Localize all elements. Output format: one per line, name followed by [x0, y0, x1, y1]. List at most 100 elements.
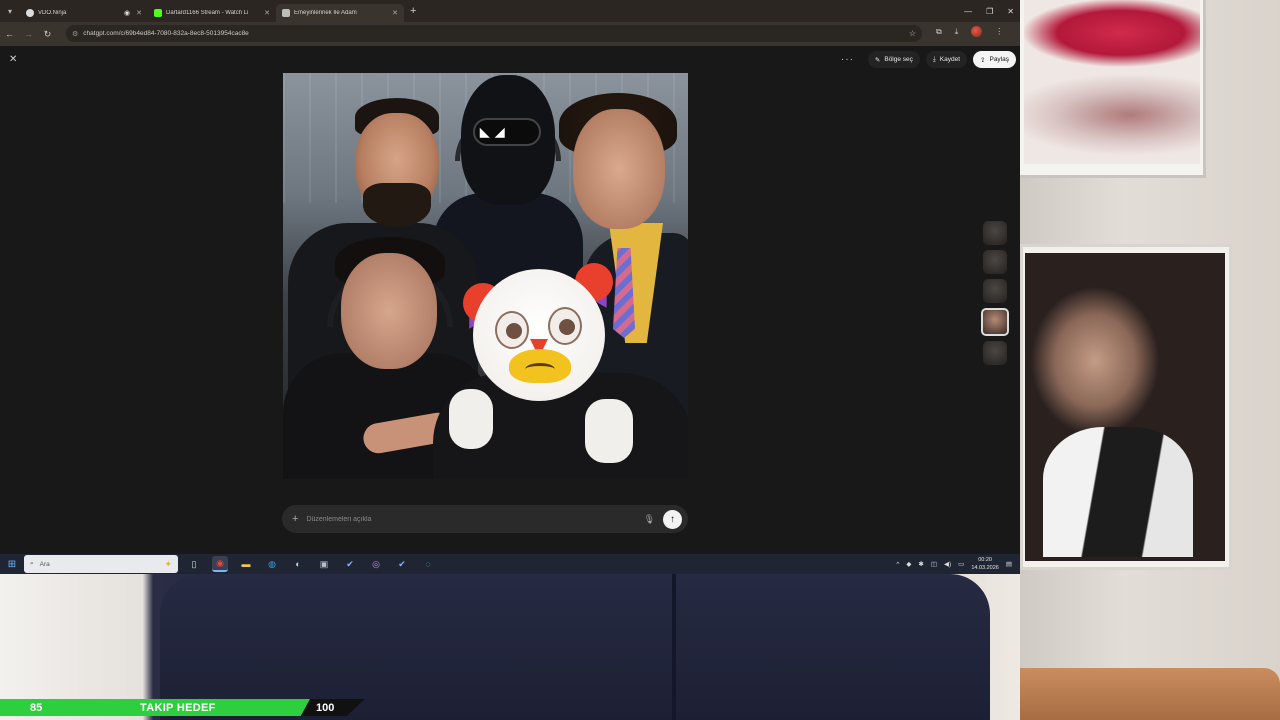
close-tab-icon[interactable]: ✕ — [392, 9, 398, 17]
search-highlight-icon: ✦ — [164, 558, 172, 569]
windows-start-icon[interactable]: ⊞ — [0, 559, 24, 570]
clock-date: 14.03.2026 — [971, 565, 999, 571]
chatgpt-favicon-icon — [282, 9, 290, 17]
clock-time: 00:20 — [978, 557, 992, 563]
tab-title: Emeyinlerinek İle Adam — [294, 10, 357, 16]
edit-prompt-input[interactable] — [306, 515, 636, 523]
more-options-icon[interactable]: ··· — [841, 54, 854, 65]
taskbar-apps: ▯ ◉ ▬ ◍ ◐ ▣ ✔ ◎ ✔ ◌ — [186, 556, 436, 572]
notification-icon[interactable]: ▤ — [1006, 560, 1012, 568]
forward-icon[interactable]: → — [19, 29, 38, 39]
tab-title: Dartard1166 Stream - Watch Li — [166, 10, 249, 16]
share-label: Paylaş — [989, 56, 1009, 63]
tab-title: VDO.Ninja — [38, 10, 67, 16]
bookmark-star-icon[interactable]: ☆ — [909, 29, 916, 38]
system-tray: ^ ◆ ✱ ◫ ◀) ▭ 00:20 14.03.2026 ▤ — [896, 554, 1012, 574]
edge-icon[interactable]: ◍ — [264, 556, 280, 572]
browser-menu-icon[interactable]: ⋮ — [995, 27, 1003, 36]
hoodie-zipper — [672, 574, 676, 720]
taskbar-clock[interactable]: 00:20 14.03.2026 — [971, 556, 999, 572]
network-icon[interactable]: ◫ — [931, 560, 937, 568]
reload-icon[interactable]: ↻ — [38, 29, 57, 40]
tab-vdo-ninja[interactable]: VDO.Ninja ◉ ✕ — [20, 4, 148, 22]
back-icon[interactable]: ← — [0, 29, 19, 39]
image-viewer: ✕ ··· ✎ Bölge seç ⤓ Kaydet ⇪ Paylaş ◣◢ +… — [0, 46, 1020, 554]
share-button[interactable]: ⇪ Paylaş — [973, 51, 1016, 68]
save-label: Kaydet — [939, 56, 961, 63]
browser-toolbar: ← → ↻ ⚙ chatgpt.com/c/69b4ed84-7080-832a… — [0, 22, 1020, 46]
lips-poster — [1020, 0, 1206, 178]
close-viewer-icon[interactable]: ✕ — [9, 54, 17, 65]
edit-prompt-box: + 🎙 ↑ — [282, 505, 688, 533]
mask-eyes-icon: ◣◢ — [480, 125, 511, 139]
clown-mouth — [509, 349, 571, 383]
close-tab-icon[interactable]: ✕ — [264, 9, 270, 17]
select-area-button[interactable]: ✎ Bölge seç — [867, 51, 920, 68]
volume-icon[interactable]: ◀) — [944, 560, 951, 568]
tray-chevron-icon[interactable]: ^ — [896, 561, 899, 568]
window-controls: — ❐ ✕ — [964, 0, 1014, 22]
viewer-actions: ··· ✎ Bölge seç ⤓ Kaydet ⇪ Paylaş — [841, 51, 1016, 68]
profile-avatar-icon[interactable] — [971, 26, 983, 37]
display-icon[interactable]: ▭ — [958, 560, 964, 568]
downloads-icon[interactable]: ⤓ — [955, 27, 959, 37]
image-thumbnail[interactable] — [983, 279, 1007, 303]
windows-taskbar: ⊞ ⌕ Ara ✦ ▯ ◉ ▬ ◍ ◐ ▣ ✔ ◎ ✔ ◌ ^ ◆ ✱ ◫ ◀)… — [0, 554, 1020, 574]
chrome-icon[interactable]: ◉ — [212, 556, 228, 572]
browser-extension-icons: ⧉ ⤓ ⋮ — [936, 26, 1003, 37]
desktop-screen: ▾ VDO.Ninja ◉ ✕ Dartard1166 Stream - Wat… — [0, 0, 1020, 574]
url-text: chatgpt.com/c/69b4ed84-7080-832a-8ec8-50… — [83, 30, 249, 37]
site-info-icon[interactable]: ⚙ — [72, 30, 78, 38]
clown-eye-left — [495, 311, 529, 349]
image-thumbnail[interactable] — [983, 250, 1007, 274]
task-view-icon[interactable]: ▯ — [186, 556, 202, 572]
clown-eye-right — [548, 307, 582, 345]
goal-target: 100 — [316, 702, 335, 714]
portrait-poster — [1020, 244, 1232, 570]
microphone-icon[interactable]: 🎙 — [644, 514, 655, 525]
steam-icon[interactable]: ◐ — [290, 556, 306, 572]
globe-icon[interactable]: ◌ — [420, 556, 436, 572]
taskbar-search[interactable]: ⌕ Ara ✦ — [24, 555, 178, 573]
bearded-person-beard — [363, 183, 431, 227]
obs-icon[interactable]: ◎ — [368, 556, 384, 572]
brush-icon: ✎ — [874, 56, 881, 64]
new-tab-icon[interactable]: + — [410, 5, 416, 17]
image-thumbnail[interactable] — [983, 221, 1007, 245]
save-button[interactable]: ⤓ Kaydet — [925, 51, 968, 68]
thumbs-up-glove-right — [585, 399, 633, 463]
bluetooth-icon[interactable]: ✱ — [918, 560, 923, 568]
tab-search-icon[interactable]: ▾ — [0, 0, 20, 22]
check-app-icon-2[interactable]: ✔ — [394, 556, 410, 572]
close-tab-icon[interactable]: ✕ — [136, 9, 142, 17]
lips-artwork — [1024, 0, 1200, 164]
restore-icon[interactable]: ❐ — [986, 7, 993, 16]
tab-chatgpt[interactable]: Emeyinlerinek İle Adam ✕ — [276, 4, 404, 22]
portrait-shirt — [1043, 427, 1193, 557]
kick-favicon-icon — [154, 9, 162, 17]
check-app-icon[interactable]: ✔ — [342, 556, 358, 572]
address-bar[interactable]: ⚙ chatgpt.com/c/69b4ed84-7080-832a-8ec8-… — [66, 25, 922, 42]
recording-icon: ◉ — [124, 10, 131, 17]
generated-image[interactable]: ◣◢ — [283, 73, 688, 479]
goal-label: TAKIP HEDEF — [140, 702, 216, 714]
send-button[interactable]: ↑ — [663, 509, 682, 529]
tray-app-icon[interactable]: ◆ — [906, 560, 911, 568]
minimize-icon[interactable]: — — [964, 7, 972, 16]
extensions-icon[interactable]: ⧉ — [936, 27, 942, 37]
image-thumbnails — [981, 221, 1009, 365]
close-window-icon[interactable]: ✕ — [1007, 7, 1014, 16]
file-explorer-icon[interactable]: ▬ — [238, 556, 254, 572]
app-icon[interactable]: ▣ — [316, 556, 332, 572]
suited-person-face — [573, 109, 665, 229]
select-area-label: Bölge seç — [884, 56, 913, 63]
add-attachment-icon[interactable]: + — [292, 513, 298, 525]
vdo-ninja-favicon-icon — [26, 9, 34, 17]
image-thumbnail-selected[interactable] — [981, 308, 1009, 336]
image-thumbnail[interactable] — [983, 341, 1007, 365]
stream-frame: ▾ VDO.Ninja ◉ ✕ Dartard1166 Stream - Wat… — [0, 0, 1280, 720]
download-icon: ⤓ — [932, 55, 936, 63]
browser-tabbar: ▾ VDO.Ninja ◉ ✕ Dartard1166 Stream - Wat… — [0, 0, 1020, 22]
tab-kick-stream[interactable]: Dartard1166 Stream - Watch Li ✕ — [148, 4, 276, 22]
taskbar-search-placeholder: Ara — [39, 560, 50, 568]
